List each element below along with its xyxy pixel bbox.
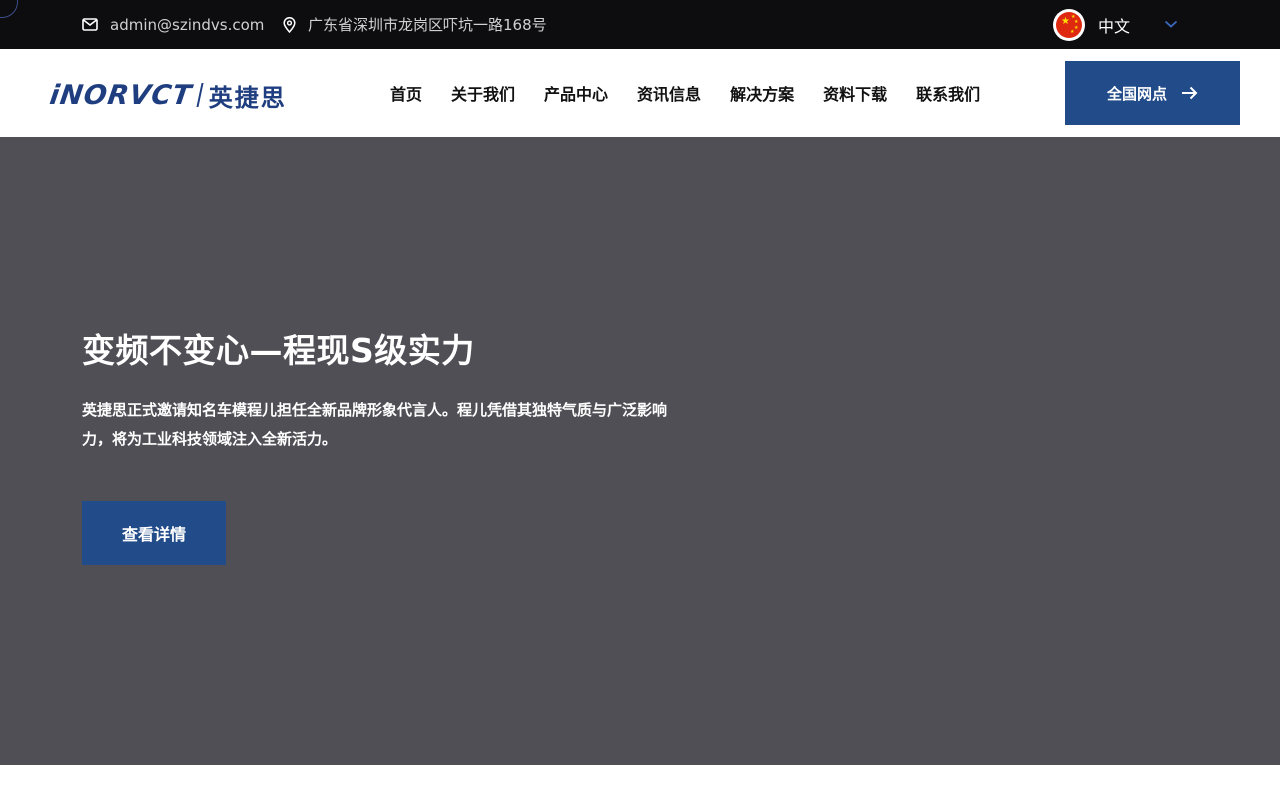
hero-description: 英捷思正式邀请知名车模程儿担任全新品牌形象代言人。程儿凭借其独特气质与广泛影响力…: [82, 401, 668, 448]
logo-separator: [196, 83, 204, 107]
nav-item-products[interactable]: 产品中心: [544, 81, 608, 105]
logo-chinese: 英捷思: [208, 83, 287, 112]
nav-item-news[interactable]: 资讯信息: [637, 81, 701, 105]
nav-item-contact[interactable]: 联系我们: [916, 81, 980, 105]
email-text: admin@szindvs.com: [110, 15, 265, 34]
nav-item-home[interactable]: 首页: [390, 81, 422, 105]
address-text: 广东省深圳市龙岗区吓坑一路168号: [308, 16, 547, 34]
top-bar: admin@szindvs.com 广东省深圳市龙岗区吓坑一路168号 ★ ★ …: [0, 0, 1280, 49]
network-locations-button[interactable]: 全国网点: [1065, 61, 1240, 125]
main-header: iNORVCT 英捷思 首页 关于我们 产品中心 资讯信息 解决方案 资料下载 …: [0, 49, 1280, 137]
corner-circle-decoration: [0, 0, 18, 18]
hero-banner: 变频不变心—程现S级实力 英捷思正式邀请知名车模程儿担任全新品牌形象代言人。程儿…: [0, 137, 1280, 765]
contact-address: 广东省深圳市龙岗区吓坑一路168号: [283, 0, 547, 49]
language-label: 中文: [1098, 17, 1131, 36]
language-selector[interactable]: ★ ★ ★ ★ ★ 中文: [1053, 9, 1178, 41]
location-pin-icon: [283, 16, 296, 33]
logo-wordmark: iNORVCT: [47, 79, 194, 111]
cta-label: 全国网点: [1106, 84, 1167, 103]
page-content-start: [0, 765, 1280, 800]
contact-email[interactable]: admin@szindvs.com: [82, 0, 264, 49]
view-details-label: 查看详情: [121, 525, 186, 544]
view-details-button[interactable]: 查看详情: [82, 501, 226, 565]
mail-icon: [82, 18, 98, 31]
china-flag-icon: ★ ★ ★ ★ ★: [1053, 9, 1085, 41]
arrow-right-icon: [1182, 86, 1198, 100]
brand-logo[interactable]: iNORVCT 英捷思: [47, 79, 287, 112]
main-nav: 首页 关于我们 产品中心 资讯信息 解决方案 资料下载 联系我们: [390, 49, 1009, 137]
chevron-down-icon[interactable]: [1164, 19, 1178, 29]
nav-item-about[interactable]: 关于我们: [451, 81, 515, 105]
nav-item-solutions[interactable]: 解决方案: [730, 81, 794, 105]
hero-title: 变频不变心—程现S级实力: [82, 331, 475, 370]
nav-item-downloads[interactable]: 资料下载: [823, 81, 887, 105]
